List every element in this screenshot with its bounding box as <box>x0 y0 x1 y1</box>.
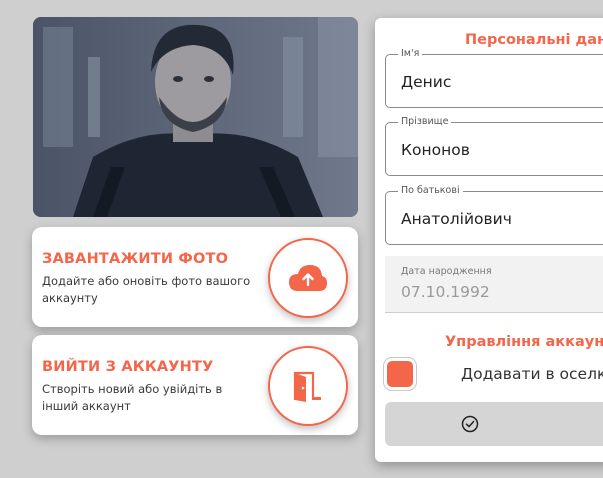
account-management-title: Управління аккаунт <box>445 334 603 350</box>
last-name-field[interactable]: Прізвище Кононов <box>385 116 603 176</box>
last-name-value: Кононов <box>401 141 470 159</box>
patronymic-field[interactable]: По батькові Анатолійович <box>385 185 603 245</box>
door-exit-icon <box>293 371 321 402</box>
personal-data-panel: Персональні дан Ім'я Денис Прізвище Коно… <box>375 18 603 462</box>
patronymic-label: По батькові <box>398 185 463 196</box>
upload-photo-button[interactable] <box>268 238 348 318</box>
first-name-field[interactable]: Ім'я Денис <box>385 48 603 108</box>
logout-button[interactable] <box>268 346 348 426</box>
upload-photo-card[interactable]: ЗАВАНТАЖИТИ ФОТО Додайте або оновіть фот… <box>32 227 358 327</box>
logout-description: Створіть новий або увійдіть в інший акка… <box>42 382 223 413</box>
upload-photo-title: ЗАВАНТАЖИТИ ФОТО <box>42 251 229 267</box>
add-to-list-label: Додавати в оселк <box>461 365 603 383</box>
add-to-list-row: Додавати в оселк <box>385 358 603 394</box>
birth-date-label: Дата народження <box>401 266 492 277</box>
logout-title: ВИЙТИ З АККАУНТУ <box>42 359 214 375</box>
first-name-value: Денис <box>401 73 452 91</box>
cloud-upload-icon <box>289 265 327 291</box>
profile-photo <box>33 17 358 217</box>
logout-card[interactable]: ВИЙТИ З АККАУНТУ Створіть новий або увій… <box>32 335 358 435</box>
patronymic-value: Анатолійович <box>401 210 512 228</box>
birth-date-field[interactable]: Дата народження 07.10.1992 <box>385 256 603 313</box>
first-name-label: Ім'я <box>398 48 423 59</box>
last-name-label: Прізвище <box>398 116 452 127</box>
check-circle-icon <box>461 415 479 433</box>
profile-screen: ЗАВАНТАЖИТИ ФОТО Додайте або оновіть фот… <box>0 0 603 478</box>
personal-data-title: Персональні дан <box>465 32 603 48</box>
confirm-button[interactable] <box>385 402 603 446</box>
profile-photo-image <box>33 17 358 217</box>
add-to-list-checkbox[interactable] <box>387 361 413 387</box>
birth-date-value: 07.10.1992 <box>401 283 490 301</box>
upload-photo-description: Додайте або оновіть фото вашого аккаунту <box>42 274 251 305</box>
